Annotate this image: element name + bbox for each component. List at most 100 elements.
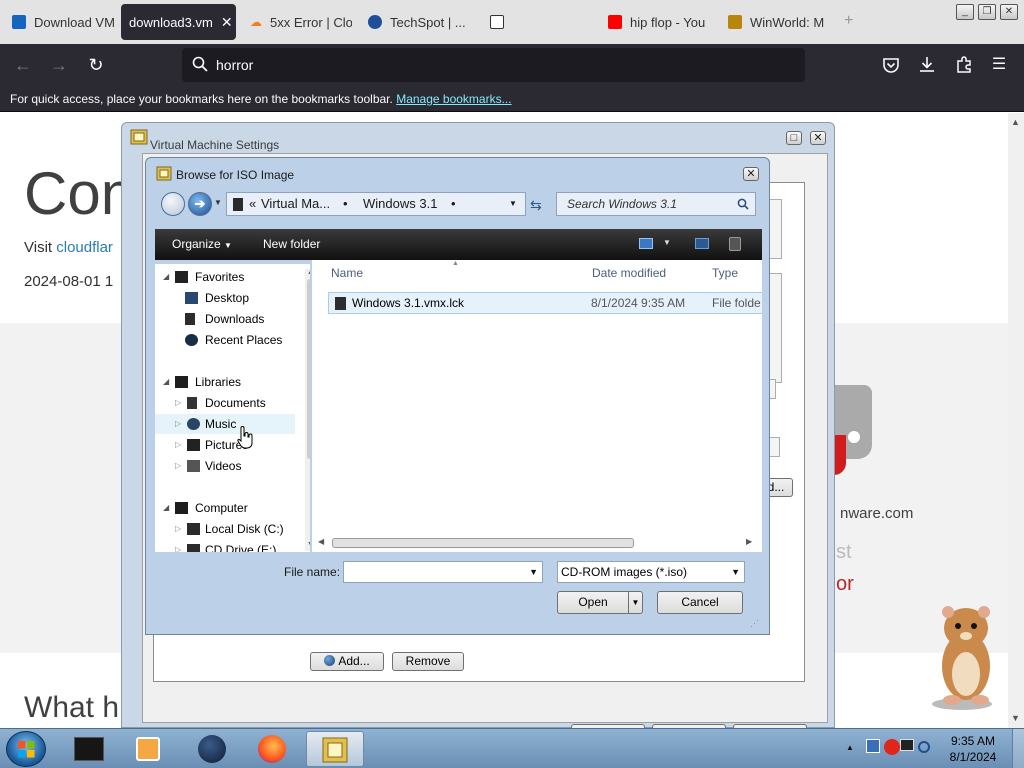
tab-winworld[interactable]: WinWorld: M [720,4,836,40]
pocket-icon[interactable] [882,56,900,74]
dropdown-icon[interactable]: ▼ [529,562,538,582]
nav-local-disk[interactable]: ▷ Local Disk (C:) [155,519,295,539]
extensions-icon[interactable] [955,55,973,73]
scroll-left-icon[interactable]: ◀ [318,537,324,546]
downloads-folder-icon [185,313,195,325]
close-tab-icon[interactable]: ✕ [221,14,233,31]
minimize-icon[interactable]: _ [956,4,974,20]
open-button[interactable]: Open ▼ [557,591,643,614]
cloudflare-link[interactable]: cloudflar [56,239,113,256]
recent-pages-icon[interactable]: ▼ [214,198,222,207]
page-date: 2024-08-01 1 [24,273,114,290]
tray-alert-icon[interactable] [884,739,900,755]
resize-grip-icon[interactable]: ⋰ [750,618,759,629]
url-input[interactable] [216,48,776,82]
add-hardware-button[interactable]: Add... [310,652,384,671]
file-row[interactable]: Windows 3.1.vmx.lck 8/1/2024 9:35 AM Fil… [328,292,762,314]
clock-date: 8/1/2024 [949,750,997,764]
scroll-up-icon[interactable]: ▲ [307,269,310,276]
nav-pictures[interactable]: ▷ Pictures [155,435,295,455]
breadcrumb-parent[interactable]: Virtual Ma... [261,193,330,215]
show-hidden-icons[interactable]: ▲ [846,743,854,752]
nav-documents[interactable]: ▷ Documents [155,393,295,413]
open-dropdown-icon[interactable]: ▼ [628,592,642,613]
start-button[interactable] [6,731,46,767]
taskbar-browser-dark[interactable] [184,731,242,767]
organize-button[interactable]: Organize ▼ [172,237,232,251]
page-scrollbar[interactable]: ▲ ▼ [1008,113,1024,728]
scroll-down-icon[interactable]: ▼ [1011,713,1021,723]
taskbar-media-player[interactable] [120,731,178,767]
back-icon[interactable]: ← [12,54,34,76]
scroll-up-icon[interactable]: ▲ [1011,117,1021,127]
vm-maximize-icon[interactable]: □ [786,131,802,145]
browse-iso-dialog: Browse for ISO Image ✕ ➔ ▼ « Virtual Ma.… [145,157,770,635]
tab-unknown[interactable] [482,4,598,40]
scroll-right-icon[interactable]: ▶ [746,537,752,546]
help-icon[interactable] [729,237,741,251]
breadcrumb[interactable]: « Virtual Ma... • Windows 3.1 • ▼ [226,192,526,216]
tab-label: download3.vm [129,14,213,30]
close-window-icon[interactable]: ✕ [1000,4,1018,20]
windows-logo-icon [18,741,35,758]
new-folder-button[interactable]: New folder [263,237,320,251]
nav-music[interactable]: ▷ Music [155,414,295,434]
tray-network-icon[interactable] [900,739,914,751]
show-desktop-button[interactable] [1012,729,1024,768]
address-bar[interactable] [182,48,805,82]
scroll-thumb[interactable] [307,279,310,459]
nav-favorites[interactable]: ◢ Favorites [155,267,295,287]
iso-cancel-button[interactable]: Cancel [657,591,743,614]
breadcrumb-dropdown-icon[interactable]: ▼ [509,193,517,215]
nav-videos[interactable]: ▷ Videos [155,456,295,476]
vm-close-icon[interactable]: ✕ [810,131,826,145]
column-type[interactable]: Type [712,266,738,280]
nav-downloads[interactable]: Downloads [155,309,295,329]
taskbar-vmware[interactable] [306,731,364,767]
scroll-down-icon[interactable]: ▼ [307,541,310,548]
preview-pane-icon[interactable] [695,238,709,249]
tab-techspot[interactable]: TechSpot | ... [360,4,478,40]
search-icon[interactable] [737,198,749,210]
column-name[interactable]: Name [331,266,363,280]
remove-hardware-button[interactable]: Remove [392,652,464,671]
menu-icon[interactable]: ☰ [988,54,1010,76]
tab-download3[interactable]: download3.vm ✕ [121,4,236,40]
system-clock[interactable]: 9:35 AM 8/1/2024 [936,733,1010,765]
tab-5xx-error[interactable]: ☁ 5xx Error | Clo [242,4,352,40]
nav-libraries[interactable]: ◢ Libraries [155,372,295,392]
nav-computer[interactable]: ◢ Computer [155,498,295,518]
file-type-select[interactable]: CD-ROM images (*.iso) ▼ [557,561,745,583]
tray-vmware-icon[interactable] [866,739,880,753]
nav-cd-drive[interactable]: ▷ CD Drive (E:) [155,540,295,552]
refresh-icon[interactable]: ⇆ [530,197,542,214]
column-date-modified[interactable]: Date modified [592,266,666,280]
manage-bookmarks-link[interactable]: Manage bookmarks... [396,92,511,106]
taskbar-firefox[interactable] [244,731,302,767]
nav-desktop[interactable]: Desktop [155,288,295,308]
iso-close-icon[interactable]: ✕ [743,167,759,181]
reload-icon[interactable]: ↻ [85,54,107,76]
file-name-input[interactable]: ▼ [343,561,543,583]
scroll-thumb[interactable] [332,538,634,548]
navigation-scrollbar[interactable]: ▲ ▼ [305,269,310,551]
horizontal-scrollbar[interactable]: ◀ ▶ [318,536,756,550]
view-options-icon[interactable] [639,238,653,249]
breadcrumb-separator-icon[interactable]: • [451,193,456,215]
back-nav-icon[interactable] [161,192,185,216]
taskbar-explorer[interactable] [60,731,118,767]
nav-recent-places[interactable]: Recent Places [155,330,295,350]
breadcrumb-separator-icon[interactable]: • [343,193,348,215]
forward-icon[interactable]: → [48,54,70,76]
tray-volume-icon[interactable] [918,741,930,753]
new-tab-icon[interactable]: + [844,12,853,30]
forward-nav-icon[interactable]: ➔ [188,192,212,216]
view-dropdown-icon[interactable]: ▼ [663,238,671,247]
dropdown-icon[interactable]: ▼ [731,562,740,582]
tab-hip-flop[interactable]: hip flop - You [600,4,716,40]
tab-download-vm[interactable]: Download VM [4,4,116,40]
search-box[interactable]: Search Windows 3.1 [556,192,756,216]
breadcrumb-current[interactable]: Windows 3.1 [363,193,437,215]
downloads-icon[interactable] [918,55,936,73]
restore-icon[interactable]: ❐ [978,4,996,20]
